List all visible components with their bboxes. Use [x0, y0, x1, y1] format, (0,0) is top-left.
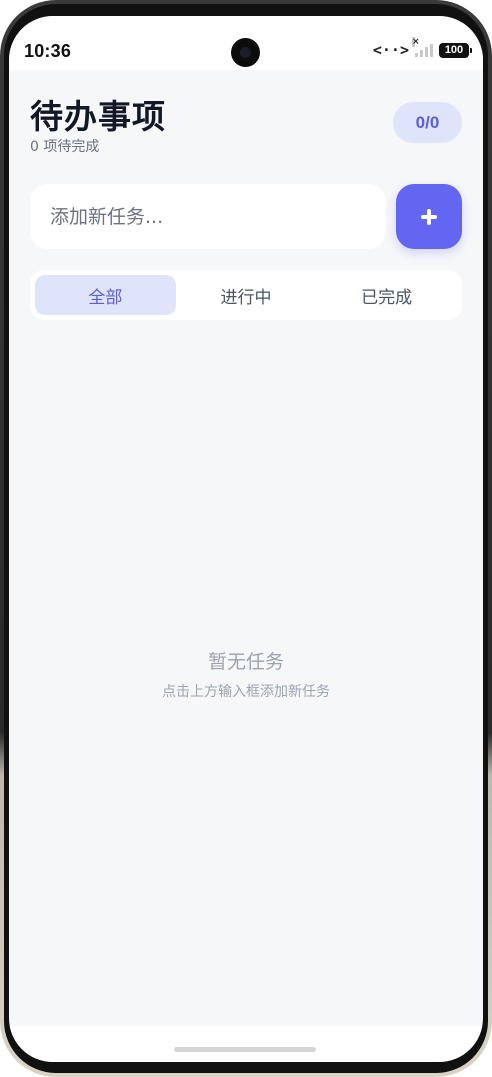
front-camera: [231, 38, 260, 67]
bottom-safe-area: [9, 1026, 483, 1062]
tab-all[interactable]: 全部: [35, 275, 176, 315]
status-icons: <··> × 100: [372, 37, 472, 59]
tab-in-progress[interactable]: 进行中: [176, 275, 317, 315]
empty-state-hint: 点击上方输入框添加新任务: [162, 684, 330, 700]
empty-state-title: 暂无任务: [207, 651, 284, 673]
app-screen: 10:36 <··> × 100 待办事项 0 项待完成 0/0 全部 进行中 …: [9, 16, 483, 1062]
page-title: 待办事项: [30, 97, 166, 136]
status-time: 10:36: [24, 41, 72, 61]
cellular-signal-icon: ×: [412, 37, 433, 57]
plus-icon: [421, 208, 437, 225]
filter-tabs: 全部 进行中 已完成: [30, 270, 462, 320]
pending-count-text: 0 项待完成: [30, 139, 100, 155]
tab-completed[interactable]: 已完成: [316, 275, 457, 315]
new-task-input[interactable]: [30, 184, 386, 249]
status-bar: 10:36 <··> × 100: [9, 16, 483, 70]
home-indicator[interactable]: [174, 1047, 316, 1052]
add-task-button[interactable]: [396, 184, 462, 249]
completion-count-badge: 0/0: [393, 102, 462, 143]
network-activity-icon: <··>: [372, 41, 409, 59]
battery-icon: 100: [439, 42, 472, 58]
